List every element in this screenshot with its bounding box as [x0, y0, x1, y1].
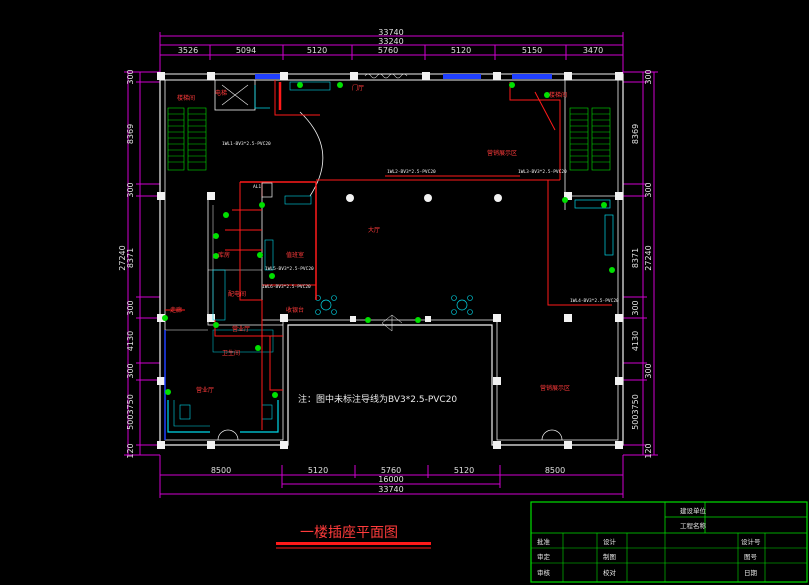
dim-left-seg-3: 300	[126, 182, 135, 197]
tb-draw: 制图	[603, 552, 616, 561]
title-block	[530, 501, 808, 583]
dimension-lines	[124, 32, 658, 498]
dim-left-seg-1: 300	[126, 69, 135, 84]
room-labels: 电梯 大厅 门厅 楼梯间 楼梯间 走廊 库房 配电间 值班室 收银台 营业厅 卫…	[170, 84, 570, 394]
tb-client-label: 建设单位	[680, 506, 707, 515]
dim-top-total-inner: 33240	[378, 37, 403, 46]
room-retail-top: 营销展示区	[487, 149, 517, 157]
dim-top-seg-6: 5150	[522, 46, 542, 55]
floor-plan-drawing: 33740 33240 3526 5094 5120 5760 5120 515…	[118, 28, 808, 583]
dim-bottom-seg-4: 5120	[454, 466, 474, 475]
tb-approve: 批准	[537, 537, 551, 546]
dim-top-seg-4: 5760	[378, 46, 398, 55]
circuit-label-2: 1WL2-BV3*2.5-PVC20	[387, 169, 436, 175]
dim-right-seg-9: 120	[644, 443, 653, 458]
tb-drawing-no: 图号	[744, 553, 758, 561]
dim-right-seg-6: 4130	[631, 331, 640, 351]
room-toilet: 卫生间	[222, 349, 240, 357]
dim-left-total: 27240	[118, 245, 127, 270]
dim-bottom-seg-1: 8500	[211, 466, 231, 475]
dim-left-seg-7: 300	[126, 363, 135, 378]
dim-bottom-mid: 16000	[378, 475, 403, 484]
dim-top-total-outer: 33740	[378, 28, 403, 37]
dim-top-seg-5: 5120	[451, 46, 471, 55]
tb-date: 日期	[744, 569, 758, 577]
dim-left-seg-4: 8371	[126, 248, 135, 268]
dim-left-seg-5: 300	[126, 300, 135, 315]
circuit-label-1: 1WL1-BV3*2.5-PVC20	[222, 141, 271, 147]
tb-proof: 校对	[603, 568, 617, 577]
tb-check: 审定	[537, 552, 551, 561]
drawing-title: 一楼插座平面图	[300, 525, 398, 541]
walls	[157, 72, 624, 449]
dim-right-seg-2: 8369	[631, 124, 640, 144]
room-elevator-hall: 电梯	[215, 89, 227, 97]
room-stair-right: 楼梯间	[549, 91, 567, 99]
dim-right-seg-3: 300	[644, 182, 653, 197]
panel-label: AL1	[253, 184, 261, 190]
dim-top-seg-7: 3470	[583, 46, 603, 55]
title-underline	[276, 542, 431, 545]
room-lobby: 大厅	[368, 226, 380, 234]
tb-review: 审核	[537, 568, 551, 577]
room-office-2: 收银台	[286, 306, 304, 314]
room-store-1: 库房	[218, 251, 230, 259]
dim-left-seg-8: 5003750	[126, 394, 135, 430]
dim-right-seg-5: 300	[631, 300, 640, 315]
circuit-label-3: 1WL3-BV3*2.5-PVC20	[518, 169, 567, 175]
dim-right-total: 27240	[644, 245, 653, 270]
circuit-label-4: 1WL4-BV3*2.5-PVC20	[570, 298, 619, 304]
stairs-right	[569, 107, 611, 171]
dim-right-seg-1: 300	[644, 69, 653, 84]
room-sales-right: 营业厅	[232, 325, 250, 333]
room-store-2: 配电间	[228, 290, 246, 298]
dim-left-seg-6: 4130	[126, 331, 135, 351]
dim-left-seg-9: 120	[126, 443, 135, 458]
room-corridor-left: 走廊	[170, 306, 182, 314]
dim-bottom-seg-5: 8500	[545, 466, 565, 475]
circuit-label-5: 1WL5-BV3*2.5-PVC20	[265, 266, 314, 272]
dim-bottom-total: 33740	[378, 485, 403, 494]
room-hall: 门厅	[352, 84, 364, 92]
tb-design-no: 设计号	[741, 537, 761, 546]
circuit-label-6: 1WL6-BV3*2.5-PVC20	[262, 284, 311, 290]
room-office-1: 值班室	[286, 251, 304, 259]
dim-right-seg-8: 5003750	[631, 394, 640, 430]
stairs-left	[167, 107, 207, 171]
dim-top-seg-1: 3526	[178, 46, 198, 55]
circuit-labels: 1WL1-BV3*2.5-PVC20 1WL2-BV3*2.5-PVC20 1W…	[222, 141, 619, 304]
room-stair-left: 楼梯间	[177, 94, 195, 102]
distribution-panel	[261, 182, 273, 198]
dim-bottom-seg-2: 5120	[308, 466, 328, 475]
circuit-wiring	[165, 80, 612, 430]
dim-bottom-seg-3: 5760	[381, 466, 401, 475]
tb-design: 设计	[603, 537, 617, 546]
room-sales-left: 营业厅	[196, 386, 214, 394]
room-retail-right: 营销展示区	[540, 384, 570, 392]
dim-left-seg-2: 8369	[126, 124, 135, 144]
dim-top-seg-2: 5094	[236, 46, 256, 55]
column	[157, 72, 165, 80]
dimension-labels: 33740 33240 3526 5094 5120 5760 5120 515…	[118, 28, 653, 494]
wiring-note: 注：图中未标注导线为BV3*2.5-PVC20	[298, 393, 457, 405]
dim-right-seg-7: 300	[644, 363, 653, 378]
dim-top-seg-3: 5120	[307, 46, 327, 55]
dim-right-seg-4: 8371	[631, 248, 640, 268]
tb-project-label: 工程名称	[680, 521, 707, 530]
